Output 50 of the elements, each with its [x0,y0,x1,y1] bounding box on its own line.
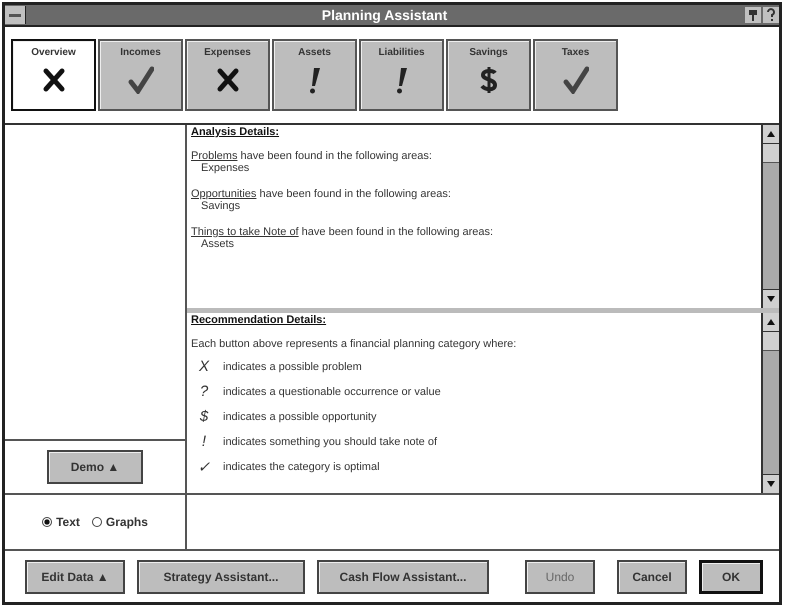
dialog-button[interactable]: Cash Flow Assistant... [317,560,489,594]
category-tab[interactable]: Expenses [185,39,270,111]
help-icon[interactable] [763,7,779,23]
scroll-up-icon[interactable] [767,319,775,325]
scroll-thumb[interactable] [763,332,779,351]
category-tab[interactable]: Overview [11,39,96,111]
legend-text: indicates the category is optimal [222,460,380,472]
analysis-sentence: Problems have been found in the following areas: [191,150,433,162]
area-name: Savings [200,200,242,212]
category-tab[interactable]: Savings [446,39,531,111]
legend-symbol: ✓ [196,458,212,476]
analysis-sentence: Things to take Note of have been found in the following areas: [191,226,494,238]
scroll-up-icon[interactable] [767,131,775,137]
dialog-button[interactable]: Cancel [617,560,687,594]
system-menu-button[interactable] [5,6,26,24]
legend-text: indicates a possible opportunity [222,410,376,422]
area-name: Expenses [200,162,250,174]
scroll-down-icon[interactable] [767,296,775,302]
section-heading: Recommendation Details: [191,314,328,326]
view-radio[interactable]: Text [42,515,80,529]
legend-symbol: ? [198,383,210,400]
category-tab[interactable]: Assets [272,39,357,111]
view-radio[interactable]: Graphs [92,515,148,529]
intro-text: Each button above represents a financial planning category where: [191,338,518,350]
scrollbar[interactable] [761,125,779,308]
legend-symbol: $ [198,408,210,425]
scroll-down-icon[interactable] [767,481,775,487]
category-tab[interactable]: Taxes [533,39,618,111]
x-mark-icon [214,66,240,94]
dialog-button[interactable]: OK [699,560,763,594]
window-title: Planning Assistant [320,7,448,23]
analysis-sentence: Opportunities have been found in the following areas: [191,188,452,200]
dialog-button[interactable]: Strategy Assistant... [137,560,305,594]
legend-text: indicates something you should take note of [222,436,438,448]
check-mark-icon [128,66,154,94]
section-heading: Analysis Details: [191,126,280,138]
category-tab[interactable]: Liabilities [359,39,444,111]
pin-icon[interactable] [745,7,761,23]
legend-text: indicates a questionable occurrence or value [222,386,441,398]
check-mark-icon [562,66,588,94]
demo-button[interactable]: Demo ▲ [47,450,143,484]
category-tab[interactable]: Incomes [98,39,183,111]
dialog-button[interactable]: Edit Data ▲ [25,560,125,594]
legend-symbol: ! [200,433,208,450]
legend-text: indicates a possible problem [222,360,362,372]
area-name: Assets [200,238,236,250]
legend-symbol: X [198,358,210,375]
scroll-thumb[interactable] [763,144,779,163]
scrollbar[interactable] [761,313,779,493]
x-mark-icon [40,66,66,94]
